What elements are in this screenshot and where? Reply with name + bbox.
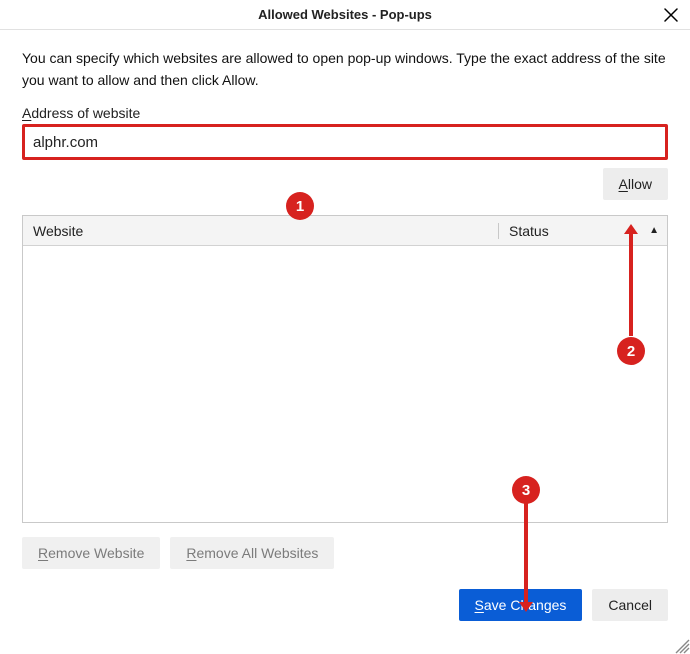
allow-button[interactable]: Allow bbox=[603, 168, 668, 200]
table-header-row: Website Status ▲ bbox=[23, 216, 667, 246]
callout-3-badge: 3 bbox=[512, 476, 540, 504]
dialog-titlebar: Allowed Websites - Pop-ups bbox=[0, 0, 690, 30]
callout-2-arrow bbox=[629, 230, 633, 336]
callout-3-arrow bbox=[524, 503, 528, 603]
remove-all-websites-button: Remove All Websites bbox=[170, 537, 334, 569]
remove-website-button: Remove Website bbox=[22, 537, 160, 569]
websites-table[interactable]: Website Status ▲ bbox=[22, 215, 668, 523]
dialog-title: Allowed Websites - Pop-ups bbox=[258, 7, 432, 22]
address-label: Address of website bbox=[22, 105, 668, 121]
close-icon bbox=[664, 8, 678, 22]
callout-3-arrowhead bbox=[519, 602, 533, 612]
close-button[interactable] bbox=[662, 6, 680, 24]
column-header-status[interactable]: Status ▲ bbox=[498, 223, 667, 239]
address-input[interactable] bbox=[22, 124, 668, 160]
cancel-button[interactable]: Cancel bbox=[592, 589, 668, 621]
column-header-website[interactable]: Website bbox=[23, 223, 498, 239]
dialog-description: You can specify which websites are allow… bbox=[22, 48, 668, 91]
callout-2-badge: 2 bbox=[617, 337, 645, 365]
resize-grip-icon[interactable] bbox=[672, 636, 690, 654]
sort-ascending-icon: ▲ bbox=[649, 225, 659, 236]
callout-2-arrowhead bbox=[624, 224, 638, 234]
callout-1-badge: 1 bbox=[286, 192, 314, 220]
